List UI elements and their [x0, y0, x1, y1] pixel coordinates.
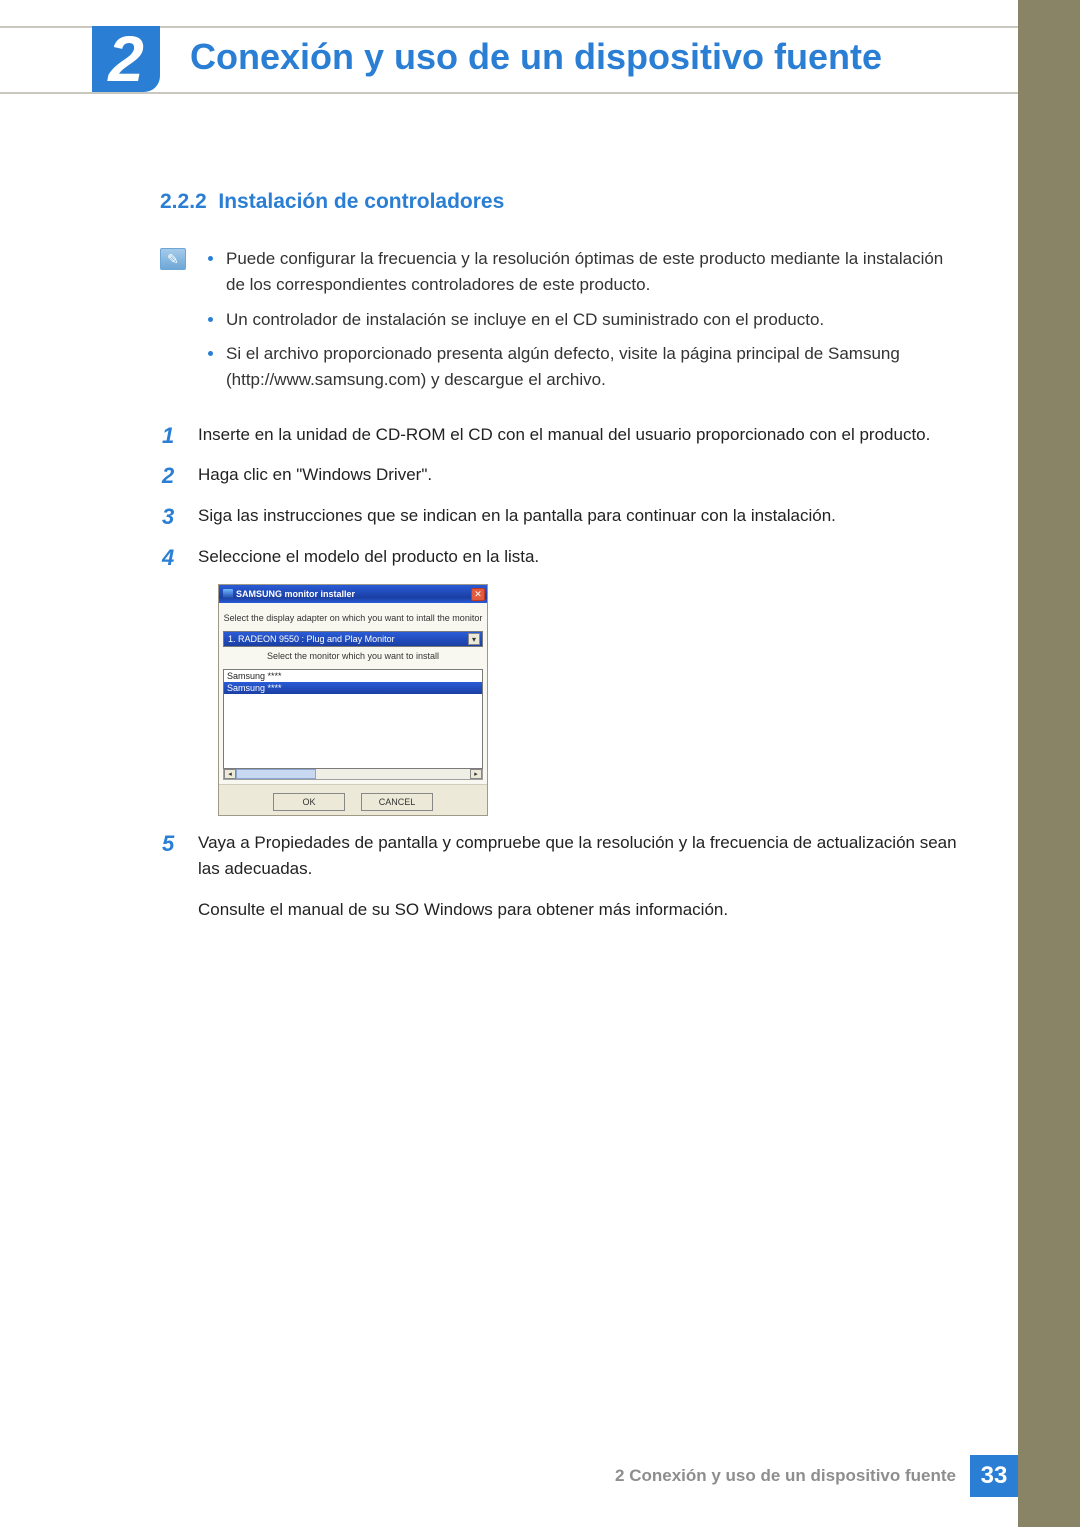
chapter-badge: 2: [92, 26, 160, 92]
installer-title-text: SAMSUNG monitor installer: [236, 589, 355, 599]
cancel-button[interactable]: CANCEL: [361, 793, 433, 811]
note-list: Puede configurar la frecuencia y la reso…: [204, 246, 960, 402]
installer-msg-monitor: Select the monitor which you want to ins…: [223, 651, 483, 661]
step-text: Vaya a Propiedades de pantalla y comprue…: [198, 830, 960, 923]
step-text: Haga clic en "Windows Driver".: [198, 462, 432, 488]
step-item: 3 Siga las instrucciones que se indican …: [162, 503, 960, 532]
ok-button[interactable]: OK: [273, 793, 345, 811]
scroll-track: [316, 769, 470, 779]
step-number: 4: [162, 544, 182, 573]
step-number: 2: [162, 462, 182, 491]
section-title: Instalación de controladores: [218, 190, 504, 213]
note-icon: [160, 248, 186, 270]
section-heading: 2.2.2 Instalación de controladores: [160, 190, 960, 214]
scroll-left-icon[interactable]: ◂: [224, 769, 236, 779]
steps-list: 1 Inserte en la unidad de CD-ROM el CD c…: [162, 422, 960, 923]
scroll-thumb[interactable]: [236, 769, 316, 779]
step-text: Seleccione el modelo del producto en la …: [198, 544, 539, 570]
note-item: Si el archivo proporcionado presenta alg…: [204, 341, 960, 394]
installer-title: SAMSUNG monitor installer: [223, 589, 355, 599]
step-number: 3: [162, 503, 182, 532]
installer-dialog: SAMSUNG monitor installer ✕ Select the d…: [218, 584, 488, 816]
scroll-right-icon[interactable]: ▸: [470, 769, 482, 779]
installer-msg-adapter: Select the display adapter on which you …: [223, 613, 483, 623]
step-number: 5: [162, 830, 182, 859]
step-text: Inserte en la unidad de CD-ROM el CD con…: [198, 422, 930, 448]
monitor-listbox[interactable]: Samsung **** Samsung ****: [223, 669, 483, 769]
step-item: 2 Haga clic en "Windows Driver".: [162, 462, 960, 491]
rule-bottom: [0, 92, 1018, 94]
step-item: 1 Inserte en la unidad de CD-ROM el CD c…: [162, 422, 960, 451]
side-stripe: [1018, 0, 1080, 1527]
page-number: 33: [970, 1455, 1018, 1497]
section-number: 2.2.2: [160, 190, 207, 213]
h-scrollbar[interactable]: ◂ ▸: [223, 768, 483, 780]
list-item[interactable]: Samsung ****: [224, 682, 482, 694]
list-item[interactable]: Samsung ****: [224, 670, 482, 682]
installer-body: Select the display adapter on which you …: [219, 603, 487, 784]
installer-button-bar: OK CANCEL: [219, 784, 487, 815]
installer-titlebar: SAMSUNG monitor installer ✕: [219, 585, 487, 603]
step-text-main: Vaya a Propiedades de pantalla y comprue…: [198, 833, 957, 878]
chapter-number: 2: [108, 27, 144, 91]
adapter-dropdown[interactable]: 1. RADEON 9550 : Plug and Play Monitor ▾: [223, 631, 483, 647]
close-icon[interactable]: ✕: [471, 588, 485, 601]
step-text: Siga las instrucciones que se indican en…: [198, 503, 836, 529]
chevron-down-icon: ▾: [468, 633, 480, 645]
footer-label: 2 Conexión y uso de un dispositivo fuent…: [615, 1466, 956, 1486]
note-item: Un controlador de instalación se incluye…: [204, 307, 960, 333]
adapter-selected: 1. RADEON 9550 : Plug and Play Monitor: [228, 634, 395, 644]
note-block: Puede configurar la frecuencia y la reso…: [160, 246, 960, 402]
footer: 2 Conexión y uso de un dispositivo fuent…: [615, 1455, 1018, 1497]
note-item: Puede configurar la frecuencia y la reso…: [204, 246, 960, 299]
content-area: 2.2.2 Instalación de controladores Puede…: [160, 190, 960, 935]
step-number: 1: [162, 422, 182, 451]
installer-app-icon: [223, 589, 233, 599]
chapter-title: Conexión y uso de un dispositivo fuente: [190, 36, 882, 78]
step-item: 4 Seleccione el modelo del producto en l…: [162, 544, 960, 573]
step-item: 5 Vaya a Propiedades de pantalla y compr…: [162, 830, 960, 923]
step-text-extra: Consulte el manual de su SO Windows para…: [198, 897, 960, 923]
